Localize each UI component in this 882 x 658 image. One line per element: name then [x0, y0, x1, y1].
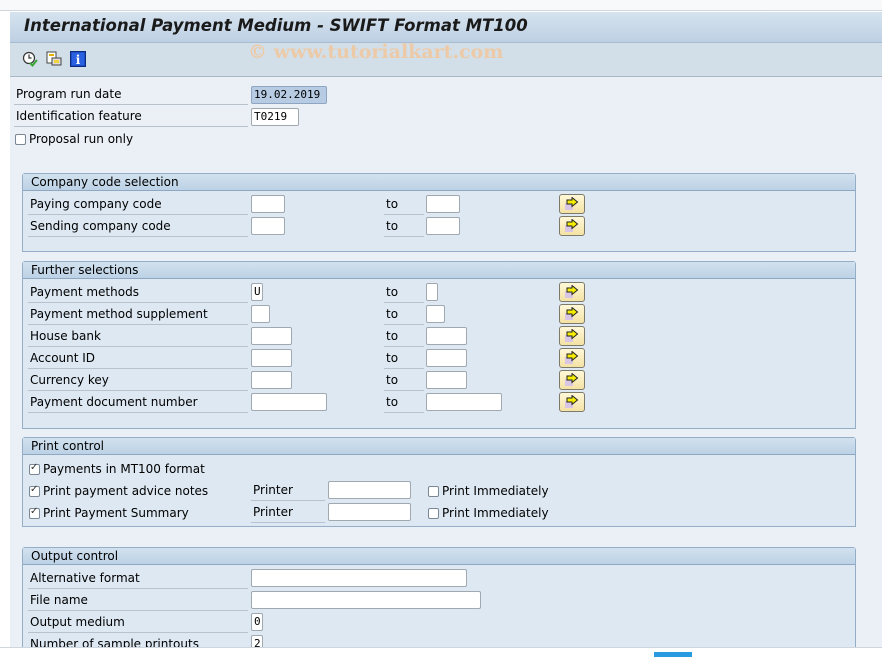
advice-notes-printer-label: Printer [251, 481, 325, 501]
summary-printer-input[interactable] [328, 503, 411, 521]
house-bank-label: House bank [28, 327, 248, 347]
page-title: International Payment Medium - SWIFT For… [24, 16, 528, 35]
payment-method-supplement-to-label: to [384, 305, 424, 325]
house-bank-multiple-selection-button[interactable] [559, 326, 585, 346]
account-id-multiple-selection-button[interactable] [559, 348, 585, 368]
payment-method-supplement-multiple-selection-button[interactable] [559, 304, 585, 324]
company-code-selection-title: Company code selection [23, 174, 855, 191]
output-medium-label: Output medium [28, 613, 248, 633]
account-id-label: Account ID [28, 349, 248, 369]
get-variant-button[interactable] [46, 51, 62, 67]
print-payment-summary-label: Print Payment Summary [43, 506, 189, 520]
multiple-selection-arrow-icon [565, 197, 579, 210]
house-bank-to-label: to [384, 327, 424, 347]
paying-company-code-to-label: to [384, 195, 424, 215]
status-bar-corner [654, 652, 692, 657]
payment-methods-from-input[interactable]: U [251, 283, 263, 301]
top-border [0, 0, 882, 11]
paying-company-code-label: Paying company code [28, 195, 248, 215]
multiple-selection-arrow-icon [565, 351, 579, 364]
sending-company-code-to-input[interactable] [426, 217, 460, 235]
payment-method-supplement-from-input[interactable] [251, 305, 270, 323]
payment-method-supplement-label: Payment method supplement [28, 305, 248, 325]
payment-methods-to-label: to [384, 283, 424, 303]
paying-company-code-to-input[interactable] [426, 195, 460, 213]
file-name-label: File name [28, 591, 248, 611]
file-name-input[interactable] [251, 591, 481, 609]
info-icon: i [70, 51, 86, 67]
payments-mt100-format-checkbox[interactable] [29, 462, 40, 475]
account-id-to-input[interactable] [426, 349, 467, 367]
multiple-selection-arrow-icon [565, 219, 579, 232]
further-selections-title: Further selections [23, 262, 855, 279]
program-documentation-button[interactable]: i [70, 51, 86, 67]
payment-method-supplement-to-input[interactable] [426, 305, 445, 323]
payment-document-number-to-input[interactable] [426, 393, 502, 411]
payments-mt100-format-label: Payments in MT100 format [43, 462, 205, 476]
print-control-title: Print control [23, 438, 855, 455]
multiple-selection-arrow-icon [565, 285, 579, 298]
account-id-to-label: to [384, 349, 424, 369]
svg-text:i: i [76, 53, 81, 67]
output-control-title: Output control [23, 548, 855, 565]
output-medium-input[interactable]: 0 [251, 613, 263, 631]
currency-key-to-label: to [384, 371, 424, 391]
advice-notes-print-immediately-label: Print Immediately [442, 484, 549, 498]
house-bank-to-input[interactable] [426, 327, 467, 345]
currency-key-from-input[interactable] [251, 371, 292, 389]
bottom-border [0, 647, 882, 658]
multiple-selection-arrow-icon [565, 373, 579, 386]
payment-document-number-to-label: to [384, 393, 424, 413]
paying-company-code-multiple-selection-button[interactable] [559, 194, 585, 214]
payment-methods-label: Payment methods [28, 283, 248, 303]
clock-execute-icon [22, 51, 38, 67]
advice-notes-printer-input[interactable] [328, 481, 411, 499]
multiple-selection-arrow-icon [565, 395, 579, 408]
account-id-from-input[interactable] [251, 349, 292, 367]
currency-key-multiple-selection-button[interactable] [559, 370, 585, 390]
currency-key-label: Currency key [28, 371, 248, 391]
payment-document-number-label: Payment document number [28, 393, 248, 413]
summary-print-immediately-label: Print Immediately [442, 506, 549, 520]
program-run-date-input[interactable]: 19.02.2019 [251, 86, 327, 104]
payment-document-number-from-input[interactable] [251, 393, 327, 411]
paying-company-code-from-input[interactable] [251, 195, 285, 213]
selection-screen: Program run date 19.02.2019 Identificati… [10, 77, 882, 657]
execute-button[interactable] [22, 51, 38, 67]
identification-feature-input[interactable]: T0219 [251, 108, 299, 126]
sending-company-code-multiple-selection-button[interactable] [559, 216, 585, 236]
print-payment-advice-notes-checkbox[interactable] [29, 484, 40, 497]
sending-company-code-label: Sending company code [28, 217, 248, 237]
alternative-format-label: Alternative format [28, 569, 248, 589]
variant-icon [46, 51, 62, 66]
identification-feature-label: Identification feature [14, 107, 248, 127]
program-run-date-label: Program run date [14, 85, 248, 105]
payment-methods-multiple-selection-button[interactable] [559, 282, 585, 302]
watermark: © www.tutorialkart.com [248, 41, 504, 63]
sending-company-code-to-label: to [384, 217, 424, 237]
advice-notes-print-immediately-checkbox[interactable] [428, 486, 439, 497]
print-payment-advice-notes-label: Print payment advice notes [43, 484, 209, 498]
proposal-run-only-label: Proposal run only [29, 132, 134, 146]
title-bar: International Payment Medium - SWIFT For… [10, 12, 882, 43]
proposal-run-only-checkbox[interactable] [15, 134, 26, 145]
payment-document-number-multiple-selection-button[interactable] [559, 392, 585, 412]
currency-key-to-input[interactable] [426, 371, 467, 389]
summary-print-immediately-checkbox[interactable] [428, 508, 439, 519]
multiple-selection-arrow-icon [565, 307, 579, 320]
print-payment-summary-checkbox[interactable] [29, 506, 40, 519]
multiple-selection-arrow-icon [565, 329, 579, 342]
house-bank-from-input[interactable] [251, 327, 292, 345]
alternative-format-input[interactable] [251, 569, 467, 587]
sending-company-code-from-input[interactable] [251, 217, 285, 235]
payment-methods-to-input[interactable] [426, 283, 438, 301]
summary-printer-label: Printer [251, 503, 325, 523]
